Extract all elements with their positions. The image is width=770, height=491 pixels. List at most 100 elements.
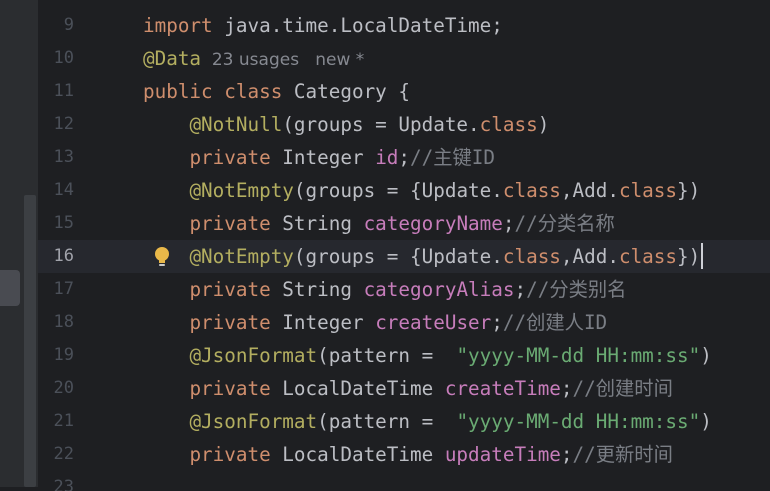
text-caret <box>701 242 704 269</box>
code-text[interactable]: @NotNull(groups = Update.class) <box>143 108 549 141</box>
code-text[interactable]: private String categoryAlias;//分类别名 <box>143 273 626 306</box>
code-text[interactable]: public class Category { <box>143 75 410 108</box>
code-line[interactable]: 21 @JsonFormat(pattern = "yyyy-MM-dd HH:… <box>38 405 770 438</box>
code-token-field: updateTime <box>444 443 561 466</box>
code-token-keyword: import <box>143 14 213 37</box>
code-token-comment: //分类名称 <box>514 212 615 235</box>
code-text[interactable]: @NotEmpty(groups = {Update.class,Add.cla… <box>143 174 700 207</box>
code-token-plain: ; <box>502 212 515 235</box>
code-token-field: createTime <box>444 377 561 400</box>
code-token-plain: ; <box>398 146 411 169</box>
code-token-keyword: private <box>189 212 271 235</box>
code-token-plain: ; <box>560 443 573 466</box>
code-token-plain: Integer <box>270 311 376 334</box>
code-token-plain: ; <box>491 311 503 334</box>
code-line[interactable]: 20 private LocalDateTime createTime;//创建… <box>38 372 770 405</box>
code-line[interactable]: 22 private LocalDateTime updateTime;//更新… <box>38 438 770 471</box>
code-token-keyword: private <box>189 443 271 466</box>
code-text[interactable]: @NotEmpty(groups = {Update.class,Add.cla… <box>143 240 704 273</box>
code-token-keyword: class <box>224 80 283 103</box>
code-text[interactable]: @JsonFormat(pattern = "yyyy-MM-dd HH:mm:… <box>143 339 712 372</box>
code-text[interactable]: private LocalDateTime createTime;//创建时间 <box>143 372 672 405</box>
code-line[interactable]: 16 @NotEmpty(groups = {Update.class,Add.… <box>38 240 770 273</box>
code-lines[interactable]: 9 import java.time.LocalDateTime; 10 @Data … <box>38 9 770 491</box>
code-token-annotation: @Data <box>143 47 202 70</box>
side-tool-tab[interactable] <box>0 270 20 306</box>
code-token-comment: //主键ID <box>410 146 496 169</box>
code-text[interactable]: private Integer createUser;//创建人ID <box>143 306 607 339</box>
code-line[interactable]: 9 import java.time.LocalDateTime; <box>38 9 770 42</box>
code-token-string: "yyyy-MM-dd HH:mm:ss" <box>456 344 701 367</box>
line-number: 22 <box>53 444 74 464</box>
code-token-plain: (groups = Update. <box>282 113 480 136</box>
code-editor[interactable]: 9 import java.time.LocalDateTime; 10 @Data … <box>0 0 770 491</box>
code-line[interactable]: 15 private String categoryName;//分类名称 <box>38 207 770 240</box>
code-token-keyword: class <box>502 179 561 202</box>
code-token-plain: LocalDateTime <box>270 377 445 400</box>
code-token-field: categoryName <box>363 212 503 235</box>
line-number: 20 <box>53 378 74 398</box>
code-token-keyword: class <box>618 245 678 268</box>
line-number: 16 <box>53 246 74 266</box>
code-token-plain: ,Add. <box>560 245 619 268</box>
code-line[interactable]: 23 <box>38 471 770 491</box>
code-token-plain: ) <box>537 113 550 136</box>
code-token-plain: (groups = {Update. <box>293 245 503 268</box>
code-text[interactable]: private String categoryName;//分类名称 <box>143 207 615 240</box>
code-token-field: id <box>375 146 399 169</box>
code-token-plain: ) <box>700 344 712 367</box>
gutter-panel <box>0 0 38 487</box>
line-number: 15 <box>53 213 74 233</box>
code-token-keyword: private <box>189 278 271 301</box>
line-number: 11 <box>53 81 74 101</box>
code-text[interactable]: private Integer id;//主键ID <box>143 141 495 174</box>
code-line[interactable]: 18 private Integer createUser;//创建人ID <box>38 306 770 339</box>
code-line[interactable]: 19 @JsonFormat(pattern = "yyyy-MM-dd HH:… <box>38 339 770 372</box>
code-line[interactable]: 10 @Data 23 usages new * <box>38 42 770 75</box>
code-text[interactable]: @Data 23 usages new * <box>143 42 364 77</box>
line-number: 17 <box>53 279 74 299</box>
code-token-annotation: @NotEmpty <box>189 245 294 268</box>
code-token-keyword: public <box>143 80 213 103</box>
code-token-annotation: @NotNull <box>189 113 283 136</box>
code-token-plain: Integer <box>270 146 376 169</box>
code-token-keyword: class <box>618 179 678 202</box>
code-token-annotation: @NotEmpty <box>189 179 294 202</box>
code-token-plain: }) <box>677 245 701 268</box>
gutter-scrollbar[interactable] <box>24 195 36 487</box>
code-line[interactable]: 13 private Integer id;//主键ID <box>38 141 770 174</box>
line-number: 19 <box>53 345 74 365</box>
code-token-field: categoryAlias <box>363 278 515 301</box>
code-line[interactable]: 11 public class Category { <box>38 75 770 108</box>
code-token-keyword: private <box>189 311 271 334</box>
line-number: 23 <box>53 477 74 491</box>
code-token-plain: Category { <box>282 80 411 103</box>
code-token-plain: (groups = {Update. <box>293 179 503 202</box>
code-text[interactable]: @JsonFormat(pattern = "yyyy-MM-dd HH:mm:… <box>143 405 711 438</box>
code-line[interactable]: 17 private String categoryAlias;//分类别名 <box>38 273 770 306</box>
code-token-comment: //分类别名 <box>526 278 627 301</box>
code-token-string: "yyyy-MM-dd HH:mm:ss" <box>456 410 701 433</box>
code-token-plain: ; <box>560 377 573 400</box>
code-line[interactable]: 12 @NotNull(groups = Update.class) <box>38 108 770 141</box>
code-line[interactable]: 14 @NotEmpty(groups = {Update.class,Add.… <box>38 174 770 207</box>
line-number: 14 <box>53 180 74 200</box>
code-token-plain: }) <box>677 179 701 202</box>
code-token-plain: java.time.LocalDateTime; <box>212 14 503 37</box>
code-text[interactable]: private LocalDateTime updateTime;//更新时间 <box>143 438 672 471</box>
line-number: 18 <box>53 312 74 332</box>
code-text[interactable]: import java.time.LocalDateTime; <box>143 9 503 42</box>
line-number: 12 <box>53 114 74 134</box>
code-token-plain: ,Add. <box>560 179 619 202</box>
code-token-plain: String <box>270 278 364 301</box>
line-number: 9 <box>63 15 74 35</box>
code-token-plain: (pattern = <box>317 410 457 433</box>
code-token-keyword: class <box>502 245 561 268</box>
